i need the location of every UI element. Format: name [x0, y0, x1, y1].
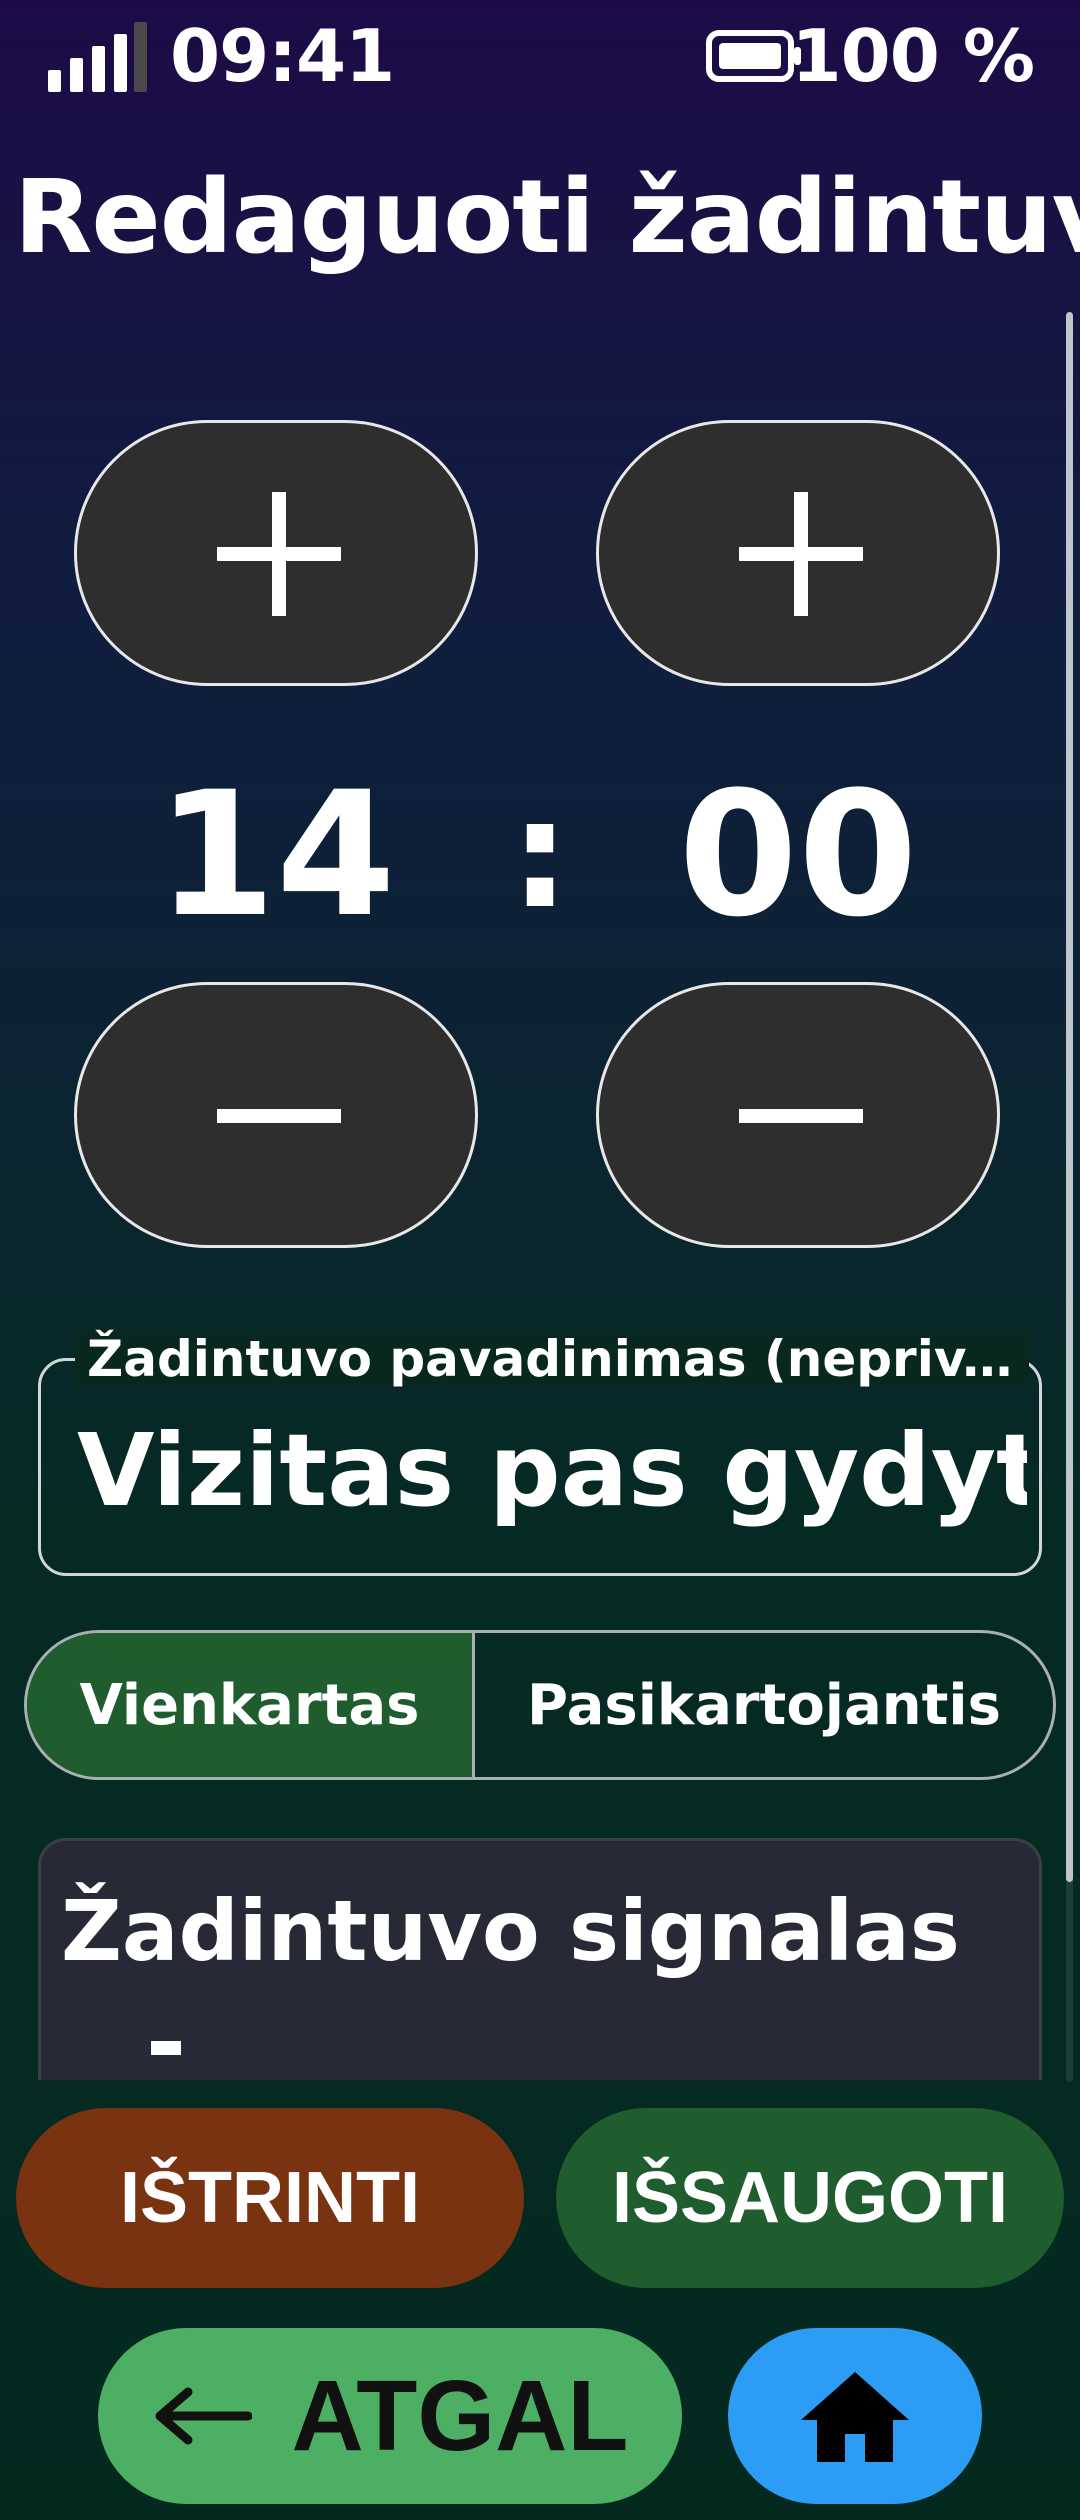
page-title: Redaguoti žadintuvą — [14, 158, 1080, 277]
alarm-signal-value-peek — [151, 2041, 181, 2055]
back-button-label: ATGAL — [291, 2359, 629, 2472]
save-button[interactable]: IŠSAUGOTI — [556, 2108, 1064, 2288]
minutes-value: 00 — [678, 754, 918, 955]
hours-value: 14 — [156, 754, 396, 955]
segment-one-time[interactable]: Vienkartas — [27, 1633, 475, 1777]
alarm-name-label: Žadintuvo pavadinimas (nepriv... — [75, 1329, 1029, 1389]
edit-alarm-scroll-area[interactable]: 14 : 00 Žadintuvo pavadinimas (nepriv...… — [0, 300, 1080, 2080]
arrow-left-icon — [155, 2387, 252, 2445]
segment-repeating[interactable]: Pasikartojantis — [475, 1633, 1053, 1777]
minutes-decrement-button[interactable] — [596, 982, 1000, 1248]
scrollbar[interactable] — [1066, 312, 1073, 2082]
hours-decrement-button[interactable] — [74, 982, 478, 1248]
alarm-name-input[interactable]: Vizitas pas gydytoj — [77, 1411, 1027, 1531]
signal-strength-icon — [48, 20, 148, 92]
home-button[interactable] — [728, 2328, 982, 2504]
alarm-signal-title: Žadintuvo signalas — [61, 1882, 960, 1980]
status-bar: 09:41 100 % — [0, 0, 1080, 110]
home-icon — [801, 2372, 909, 2462]
hours-increment-button[interactable] — [74, 420, 478, 686]
battery-percentage: 100 % — [791, 14, 1035, 98]
alarm-name-field[interactable]: Žadintuvo pavadinimas (nepriv... Vizitas… — [38, 1329, 1042, 1576]
delete-button[interactable]: IŠTRINTI — [16, 2108, 524, 2288]
alarm-signal-card[interactable]: Žadintuvo signalas — [38, 1838, 1042, 2080]
scrollbar-thumb[interactable] — [1066, 312, 1073, 1882]
minutes-increment-button[interactable] — [596, 420, 1000, 686]
repeat-mode-selector[interactable]: Vienkartas Pasikartojantis — [24, 1630, 1056, 1780]
time-separator: : — [510, 768, 570, 942]
back-button[interactable]: ATGAL — [98, 2328, 682, 2504]
status-time: 09:41 — [170, 14, 395, 98]
battery-full-icon — [706, 30, 801, 82]
